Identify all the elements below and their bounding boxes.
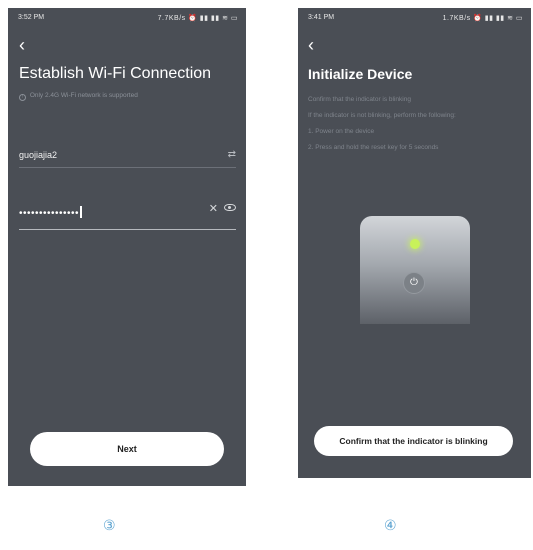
ssid-field[interactable]: guojiajia2 ⇄ <box>19 146 236 168</box>
instructions: Confirm that the indicator is blinking I… <box>308 92 456 156</box>
status-time: 3:52 PM <box>18 14 45 21</box>
status-icons: 7.7KB/s ⏰ ▮▮ ▮▮ ≋ ▭ <box>157 15 238 22</box>
page-title: Establish Wi-Fi Connection <box>19 65 212 82</box>
indicator-led <box>410 239 420 249</box>
password-field[interactable]: ••••••••••••••• ✕ <box>19 200 236 230</box>
switch-network-icon[interactable]: ⇄ <box>228 149 236 160</box>
text-caret <box>80 206 82 218</box>
instruction-line: 2. Press and hold the reset key for 5 se… <box>308 144 439 151</box>
next-button[interactable]: Next <box>30 432 224 466</box>
eye-icon[interactable] <box>224 204 236 211</box>
instruction-line: 1. Power on the device <box>308 128 375 135</box>
clear-icon[interactable]: ✕ <box>209 202 218 215</box>
back-icon[interactable]: ‹ <box>19 36 25 54</box>
status-bar: 3:41 PM 1.7KB/s ⏰ ▮▮ ▮▮ ≋ ▭ <box>298 14 531 24</box>
power-icon: ⏻ <box>403 272 425 294</box>
status-icons: 1.7KB/s ⏰ ▮▮ ▮▮ ≋ ▭ <box>442 15 523 22</box>
status-bar: 3:52 PM 7.7KB/s ⏰ ▮▮ ▮▮ ≋ ▭ <box>8 14 246 24</box>
instruction-line: If the indicator is not blinking, perfor… <box>308 112 456 119</box>
phone-screen-wifi: 3:52 PM 7.7KB/s ⏰ ▮▮ ▮▮ ≋ ▭ ‹ Establish … <box>8 8 246 486</box>
step-number-4: ④ <box>384 518 397 534</box>
phone-screen-init: 3:41 PM 1.7KB/s ⏰ ▮▮ ▮▮ ≋ ▭ ‹ Initialize… <box>298 8 531 478</box>
instruction-line: Confirm that the indicator is blinking <box>308 96 411 103</box>
password-input[interactable]: ••••••••••••••• <box>19 206 82 219</box>
device-illustration: ⏻ <box>360 216 470 324</box>
ssid-value[interactable]: guojiajia2 <box>19 150 57 160</box>
wifi-note: ! Only 2.4G Wi-Fi network is supported <box>19 92 138 101</box>
step-number-3: ③ <box>103 518 116 534</box>
info-icon: ! <box>19 94 26 101</box>
back-icon[interactable]: ‹ <box>308 36 314 54</box>
wifi-note-text: Only 2.4G Wi-Fi network is supported <box>29 92 138 99</box>
confirm-blinking-button[interactable]: Confirm that the indicator is blinking <box>314 426 513 456</box>
status-time: 3:41 PM <box>308 14 335 21</box>
page-title: Initialize Device <box>308 66 413 82</box>
